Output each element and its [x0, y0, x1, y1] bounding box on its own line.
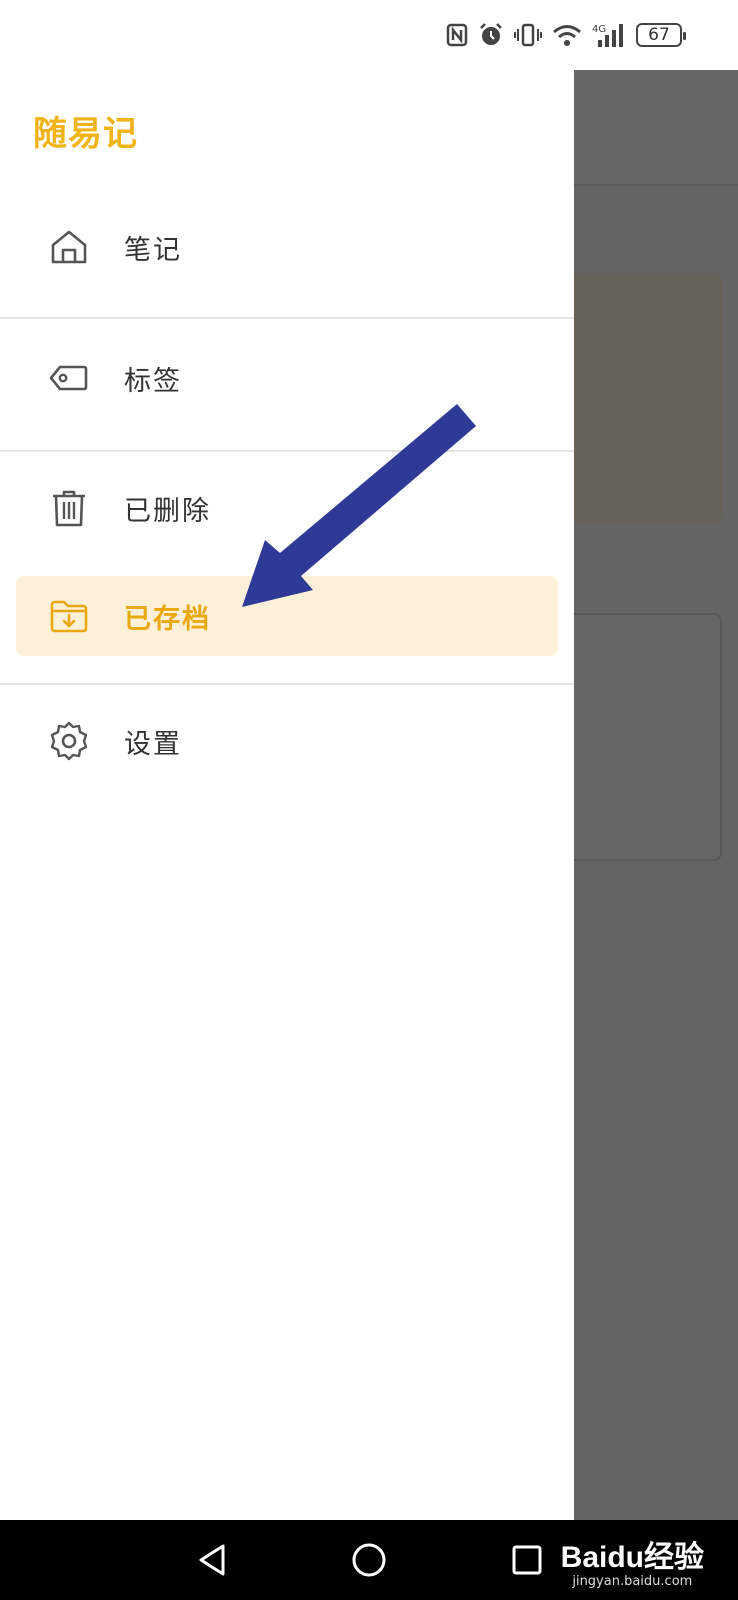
tag-icon [48, 357, 90, 399]
watermark-url: jingyan.baidu.com [572, 1574, 693, 1589]
drawer-item-settings[interactable]: 设置 [16, 701, 558, 781]
divider [0, 450, 574, 452]
divider [0, 317, 574, 319]
back-button[interactable] [192, 1540, 232, 1580]
drawer-item-deleted[interactable]: 已删除 [16, 468, 558, 548]
drawer-item-label: 笔记 [124, 234, 182, 266]
watermark-logo: Baidu经验 [560, 1541, 704, 1574]
home-icon [48, 226, 90, 268]
drawer-item-label: 已删除 [124, 495, 211, 527]
drawer-item-tags[interactable]: 标签 [16, 338, 558, 418]
watermark: Baidu经验 jingyan.baidu.com [561, 1532, 704, 1589]
drawer-item-label: 已存档 [124, 603, 211, 635]
vibrate-icon [514, 21, 542, 49]
navigation-drawer: 随易记 笔记 标签 已删除 已存档 设置 [0, 70, 574, 1520]
status-bar: 4G 67 [0, 0, 738, 70]
drawer-item-archived[interactable]: 已存档 [16, 576, 558, 656]
drawer-item-label: 设置 [124, 728, 182, 760]
wifi-icon [552, 21, 582, 49]
system-navigation-bar: Baidu经验 jingyan.baidu.com [0, 1520, 738, 1600]
network-label: 4G [592, 24, 606, 35]
divider [0, 683, 574, 685]
battery-icon: 67 [636, 21, 686, 49]
gear-icon [48, 720, 90, 762]
nfc-icon [446, 21, 468, 49]
status-icons: 4G 67 [446, 20, 686, 50]
alarm-icon [478, 21, 504, 49]
recents-button[interactable] [507, 1540, 547, 1580]
archive-folder-icon [48, 595, 90, 637]
signal-icon: 4G [592, 21, 626, 49]
trash-icon [48, 487, 90, 529]
drawer-title: 随易记 [33, 114, 138, 154]
battery-level: 67 [636, 23, 686, 47]
home-button[interactable] [349, 1540, 389, 1580]
drawer-item-label: 标签 [124, 365, 182, 397]
drawer-item-notes[interactable]: 笔记 [16, 207, 558, 287]
